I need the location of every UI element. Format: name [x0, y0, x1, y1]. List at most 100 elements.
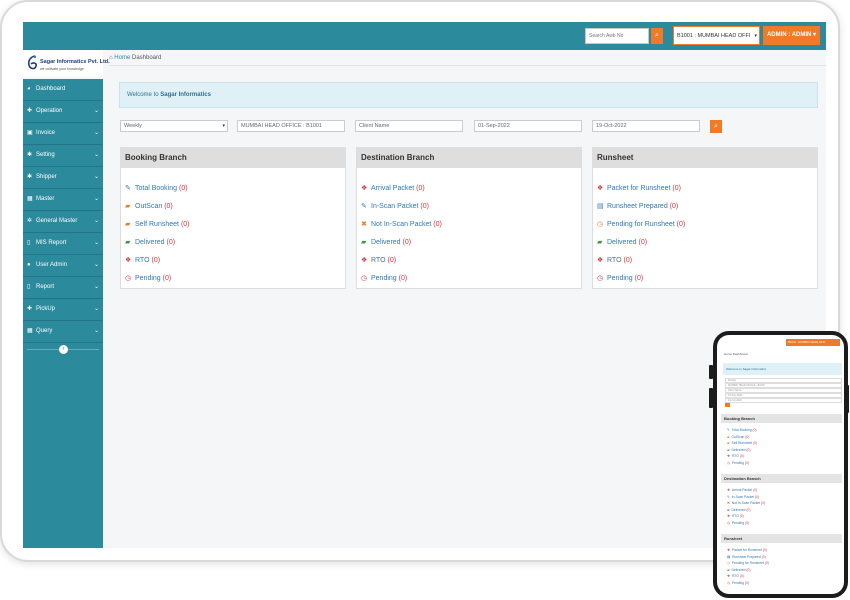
stat-label: Delivered	[731, 567, 746, 572]
stat-link-pending[interactable]: ◷ Pending (0)	[125, 273, 171, 285]
sidebar-item-general-master[interactable]: ✲ General Master ⌄	[23, 211, 103, 233]
sidebar-item-master[interactable]: ▦ Master ⌄	[23, 189, 103, 211]
chevron-down-icon: ⌄	[93, 196, 99, 202]
mobile-stat-link[interactable]: ◷ Pending (0)	[727, 521, 749, 525]
mobile-stat-link[interactable]: ❖ RTO (0)	[727, 574, 744, 578]
mobile-stat-link[interactable]: ▰ OutScan (0)	[727, 435, 749, 439]
stat-link-pending[interactable]: ◷ Pending (0)	[597, 273, 643, 285]
from-date-input[interactable]: 01-Sep-2022	[474, 120, 582, 132]
client-name-input[interactable]: Client Name	[355, 120, 463, 132]
mobile-stat-link[interactable]: ▰ Self Runsheet (0)	[727, 441, 757, 445]
mobile-stat-link[interactable]: ❖ RTO (0)	[727, 514, 744, 518]
mobile-stat-link[interactable]: ▰ Delivered (0)	[727, 568, 750, 572]
sidebar-item-query[interactable]: ▦ Query ⌄	[23, 321, 103, 343]
plus-icon: ✚	[27, 306, 33, 312]
mobile-stat-link[interactable]: ✖ Not In-Scan Packet (0)	[727, 501, 765, 505]
company-tagline: we cultivate your knowledge	[40, 67, 84, 71]
to-date-input[interactable]: 19-Oct-2022	[592, 120, 700, 132]
sidebar-collapse-button[interactable]: ‹	[59, 345, 68, 354]
stat-count: (0)	[739, 574, 744, 578]
stat-link-in-scan-packet[interactable]: ✎ In-Scan Packet (0)	[361, 201, 429, 213]
chevron-down-icon: ▾	[754, 33, 757, 39]
clock-icon: ◷	[727, 520, 730, 525]
stat-link-delivered[interactable]: ▰ Delivered (0)	[125, 237, 175, 249]
logo-icon	[27, 55, 37, 70]
mobile-stat-link[interactable]: ▰ Delivered (0)	[727, 448, 750, 452]
sidebar-item-user-admin[interactable]: ● User Admin ⌄	[23, 255, 103, 277]
mobile-stat-link[interactable]: ◷ Pending (0)	[727, 461, 749, 465]
mobile-preview: B1001 : MUMBAI HEAD OFFI Home Dashboard …	[713, 331, 848, 598]
breadcrumb-home[interactable]: Home	[114, 55, 130, 61]
branch-select-value: B1001 : MUMBAI HEAD OFFI	[677, 33, 751, 39]
dashboard-icon: ◕	[27, 86, 31, 92]
sidebar-item-label: Dashboard	[36, 86, 66, 92]
mobile-stat-link[interactable]: ❖ Arrival Packet (0)	[727, 488, 757, 492]
stat-count: (0)	[669, 203, 679, 210]
stat-link-delivered[interactable]: ▰ Delivered (0)	[597, 237, 647, 249]
sidebar-item-invoice[interactable]: ▣ Invoice ⌄	[23, 123, 103, 145]
sidebar-item-label: User Admin	[36, 262, 68, 268]
mobile-stat-link[interactable]: ◷ Pending for Runsheet (0)	[727, 561, 769, 565]
breadcrumb-current: Dashboard	[131, 55, 162, 61]
awb-search-input[interactable]	[585, 28, 649, 44]
mobile-stat-link[interactable]: ◷ Pending (0)	[727, 581, 749, 585]
mobile-stat-link[interactable]: ✎ In-Scan Packet (0)	[727, 495, 759, 499]
sidebar-item-label: Invoice	[36, 130, 56, 136]
branch-filter-input[interactable]: MUMBAI HEAD OFFICE : B1001	[237, 120, 345, 132]
stat-link-delivered[interactable]: ▰ Delivered (0)	[361, 237, 411, 249]
stat-label: Arrival Packet	[731, 488, 753, 492]
mobile-stat-link[interactable]: ▰ Delivered (0)	[727, 508, 750, 512]
truck-icon: ▰	[597, 239, 603, 246]
stat-label: RTO	[731, 514, 739, 518]
stat-link-rto[interactable]: ❖ RTO (0)	[125, 255, 160, 267]
stat-label: Packet for Runsheet	[731, 548, 762, 552]
stat-count: (0)	[676, 221, 686, 228]
sidebar-item-setting[interactable]: ✱ Setting ⌄	[23, 145, 103, 167]
clock-icon: ◷	[125, 275, 132, 282]
mobile-stat-link[interactable]: ✎ Total Booking (0)	[727, 428, 757, 432]
mobile-stat-link[interactable]: ▤ Runsheet Prepared (0)	[727, 555, 766, 559]
sidebar-item-shipper[interactable]: ✱ Shipper ⌄	[23, 167, 103, 189]
awb-search-button[interactable]: ⌕	[651, 28, 663, 44]
truck-icon: ▰	[125, 203, 131, 210]
chevron-down-icon: ⌄	[93, 328, 99, 334]
filter-search-button[interactable]: ⌕	[710, 120, 722, 133]
clock-icon: ◷	[727, 561, 730, 565]
mobile-stat-link[interactable]: ❖ Packet for Runsheet (0)	[727, 548, 767, 552]
close-icon: ✖	[361, 221, 367, 228]
stat-link-self-runsheet[interactable]: ▰ Self Runsheet (0)	[125, 219, 190, 231]
company-logo[interactable]: Sagar Informatics Pvt. Ltd. we cultivate…	[23, 50, 110, 77]
stat-label: RTO	[731, 454, 739, 458]
admin-user-menu[interactable]: ADMIN : ADMIN ▾	[763, 26, 820, 45]
stat-count: (0)	[178, 185, 188, 192]
stat-link-outscan[interactable]: ▰ OutScan (0)	[125, 201, 173, 213]
mobile-branch-select[interactable]: B1001 : MUMBAI HEAD OFFI	[786, 339, 840, 346]
stat-link-arrival-packet[interactable]: ❖ Arrival Packet (0)	[361, 183, 425, 195]
sidebar-item-dashboard[interactable]: ◕ Dashboard	[23, 79, 103, 101]
branch-select[interactable]: B1001 : MUMBAI HEAD OFFI ▾	[673, 26, 760, 45]
sidebar-item-pickup[interactable]: ✚ PickUp ⌄	[23, 299, 103, 321]
mobile-filter-field[interactable]: 19-Oct-2022	[725, 398, 842, 403]
stat-label: Pending	[731, 460, 744, 465]
stat-link-rto[interactable]: ❖ RTO (0)	[597, 255, 632, 267]
stat-count: (0)	[746, 507, 751, 512]
stat-link-rto[interactable]: ❖ RTO (0)	[361, 255, 396, 267]
stat-link-runsheet-prepared[interactable]: ▤ Runsheet Prepared (0)	[597, 201, 678, 213]
stat-link-not-in-scan-packet[interactable]: ✖ Not In-Scan Packet (0)	[361, 219, 442, 231]
truck-icon: ▰	[727, 567, 730, 572]
mobile-branch-value: B1001 : MUMBAI HEAD OFFI	[788, 340, 826, 344]
sidebar-item-operation[interactable]: ✚ Operation ⌄	[23, 101, 103, 123]
stat-link-pending[interactable]: ◷ Pending (0)	[361, 273, 407, 285]
stat-count: (0)	[762, 548, 767, 552]
mobile-stat-link[interactable]: ❖ RTO (0)	[727, 454, 744, 458]
stat-link-total-booking[interactable]: ✎ Total Booking (0)	[125, 183, 188, 195]
period-select[interactable]: Weekly ▾	[120, 120, 228, 132]
sidebar-item-mis-report[interactable]: ▯ MIS Report ⌄	[23, 233, 103, 255]
sidebar-item-report[interactable]: ▯ Report ⌄	[23, 277, 103, 299]
stat-label: Runsheet Prepared	[607, 203, 668, 210]
stat-label: RTO	[731, 574, 739, 578]
stat-link-pending-for-runsheet[interactable]: ◷ Pending for Runsheet (0)	[597, 219, 685, 231]
plus-icon: ✚	[27, 108, 33, 114]
stat-link-packet-for-runsheet[interactable]: ❖ Packet for Runsheet (0)	[597, 183, 681, 195]
close-icon: ✖	[727, 501, 730, 505]
